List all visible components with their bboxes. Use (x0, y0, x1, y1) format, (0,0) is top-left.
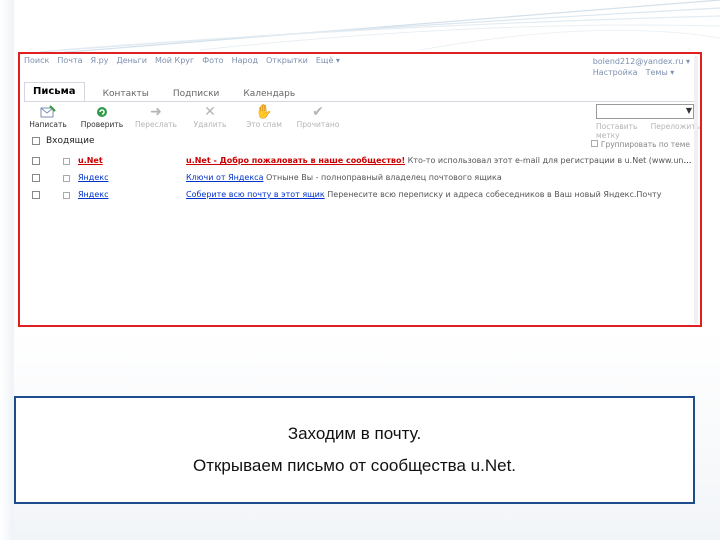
nav-item-search[interactable]: Поиск (24, 56, 49, 68)
mail-toolbar: Написать Проверить ➜ Переслать ✕ Удалить… (26, 104, 340, 132)
nav-item-mail[interactable]: Почта (57, 56, 82, 68)
nav-item-narod[interactable]: Народ (232, 56, 258, 68)
message-checkbox[interactable] (32, 174, 40, 182)
add-label-link[interactable]: Поставить метку (596, 122, 651, 140)
message-sender[interactable]: u.Net (78, 156, 103, 165)
message-preview: Перенесите всю переписку и адреса собесе… (327, 190, 662, 199)
tab-calendar[interactable]: Календарь (237, 86, 301, 102)
message-subject[interactable]: Ключи от Яндекса (186, 173, 263, 182)
select-all-checkbox[interactable] (32, 137, 40, 145)
spam-icon: ✋ (255, 104, 273, 120)
nav-item-yaru[interactable]: Я.ру (91, 56, 109, 68)
themes-link[interactable]: Темы ▾ (646, 67, 675, 78)
nav-item-photo[interactable]: Фото (202, 56, 223, 68)
message-sender[interactable]: Яндекс (78, 173, 108, 182)
check-mail-button[interactable]: Проверить (80, 104, 124, 132)
message-sender[interactable]: Яндекс (78, 190, 108, 199)
compose-label: Написать (29, 120, 67, 129)
group-checkbox[interactable] (591, 140, 599, 147)
nav-item-money[interactable]: Деньги (116, 56, 147, 68)
tabs-divider (24, 101, 698, 102)
check-mail-label: Проверить (80, 120, 124, 129)
compose-icon (40, 104, 56, 120)
message-subject-line: u.Net - Добро пожаловать в наше сообщест… (186, 156, 692, 165)
tab-contacts[interactable]: Контакты (97, 86, 155, 102)
tab-letters[interactable]: Письма (24, 82, 85, 102)
message-subject-line: Ключи от Яндекса Отныне Вы - полноправны… (186, 173, 692, 182)
forward-label: Переслать (135, 120, 177, 129)
mark-read-label: Прочитано (296, 120, 340, 129)
message-preview: Кто-то использовал этот e-mail для регис… (407, 156, 692, 165)
message-row[interactable]: Яндекс Соберите всю почту в этот ящик Пе… (32, 188, 692, 205)
message-flag-checkbox[interactable] (63, 192, 70, 199)
message-checkbox[interactable] (32, 157, 40, 165)
message-flag-checkbox[interactable] (63, 158, 70, 165)
forward-icon: ➜ (150, 104, 162, 120)
nav-item-cards[interactable]: Открытки (266, 56, 308, 68)
caption-line-2: Открываем письмо от сообщества u.Net. (192, 456, 517, 475)
message-subject-line: Соберите всю почту в этот ящик Перенесит… (186, 190, 692, 199)
mark-read-button[interactable]: ✔ Прочитано (296, 104, 340, 132)
tab-subscriptions[interactable]: Подписки (167, 86, 225, 102)
forward-button[interactable]: ➜ Переслать (134, 104, 178, 132)
spam-label: Это спам (246, 120, 282, 129)
message-row[interactable]: u.Net u.Net - Добро пожаловать в наше со… (32, 154, 692, 171)
search-links: Поставить метку Переложить (596, 122, 700, 140)
delete-label: Удалить (193, 120, 227, 129)
group-label: Группировать по теме (600, 140, 690, 149)
slide-left-bar (0, 0, 14, 540)
folder-header: Входящие (32, 136, 95, 146)
refresh-icon (94, 104, 110, 120)
message-subject[interactable]: Соберите всю почту в этот ящик (186, 190, 325, 199)
compose-button[interactable]: Написать (26, 104, 70, 132)
message-subject[interactable]: u.Net - Добро пожаловать в наше сообщест… (186, 156, 405, 165)
user-area: bolend212@yandex.ru ▾ Настройка Темы ▾ (593, 56, 690, 78)
scrollbar[interactable] (694, 56, 698, 324)
delete-button[interactable]: ✕ Удалить (188, 104, 232, 132)
top-nav: Поиск Почта Я.ру Деньги Мой Круг Фото На… (24, 56, 340, 68)
message-preview: Отныне Вы - полноправный владелец почтов… (266, 173, 502, 182)
delete-icon: ✕ (204, 104, 216, 120)
folder-title: Входящие (46, 136, 95, 146)
main-tabs: Письма Контакты Подписки Календарь (24, 80, 301, 102)
move-link[interactable]: Переложить (651, 122, 700, 140)
caption-line-1: Заходим в почту. (287, 424, 422, 443)
dropdown-arrow-icon[interactable]: ▼ (686, 106, 692, 115)
message-checkbox[interactable] (32, 191, 40, 199)
settings-link[interactable]: Настройка (593, 67, 638, 78)
caption-box: Заходим в почту. Открываем письмо от соо… (14, 396, 695, 504)
message-row[interactable]: Яндекс Ключи от Яндекса Отныне Вы - полн… (32, 171, 692, 188)
message-flag-checkbox[interactable] (63, 175, 70, 182)
group-by-subject-toggle[interactable]: Группировать по теме (591, 140, 690, 149)
message-list: u.Net u.Net - Добро пожаловать в наше со… (32, 154, 692, 205)
mail-screenshot: Поиск Почта Я.ру Деньги Мой Круг Фото На… (18, 52, 702, 327)
check-icon: ✔ (312, 104, 324, 120)
nav-item-more[interactable]: Ещё ▾ (316, 56, 340, 68)
user-email[interactable]: bolend212@yandex.ru ▾ (593, 56, 690, 67)
spam-button[interactable]: ✋ Это спам (242, 104, 286, 132)
search-input[interactable]: ▼ (596, 104, 694, 119)
nav-item-moikrug[interactable]: Мой Круг (155, 56, 194, 68)
